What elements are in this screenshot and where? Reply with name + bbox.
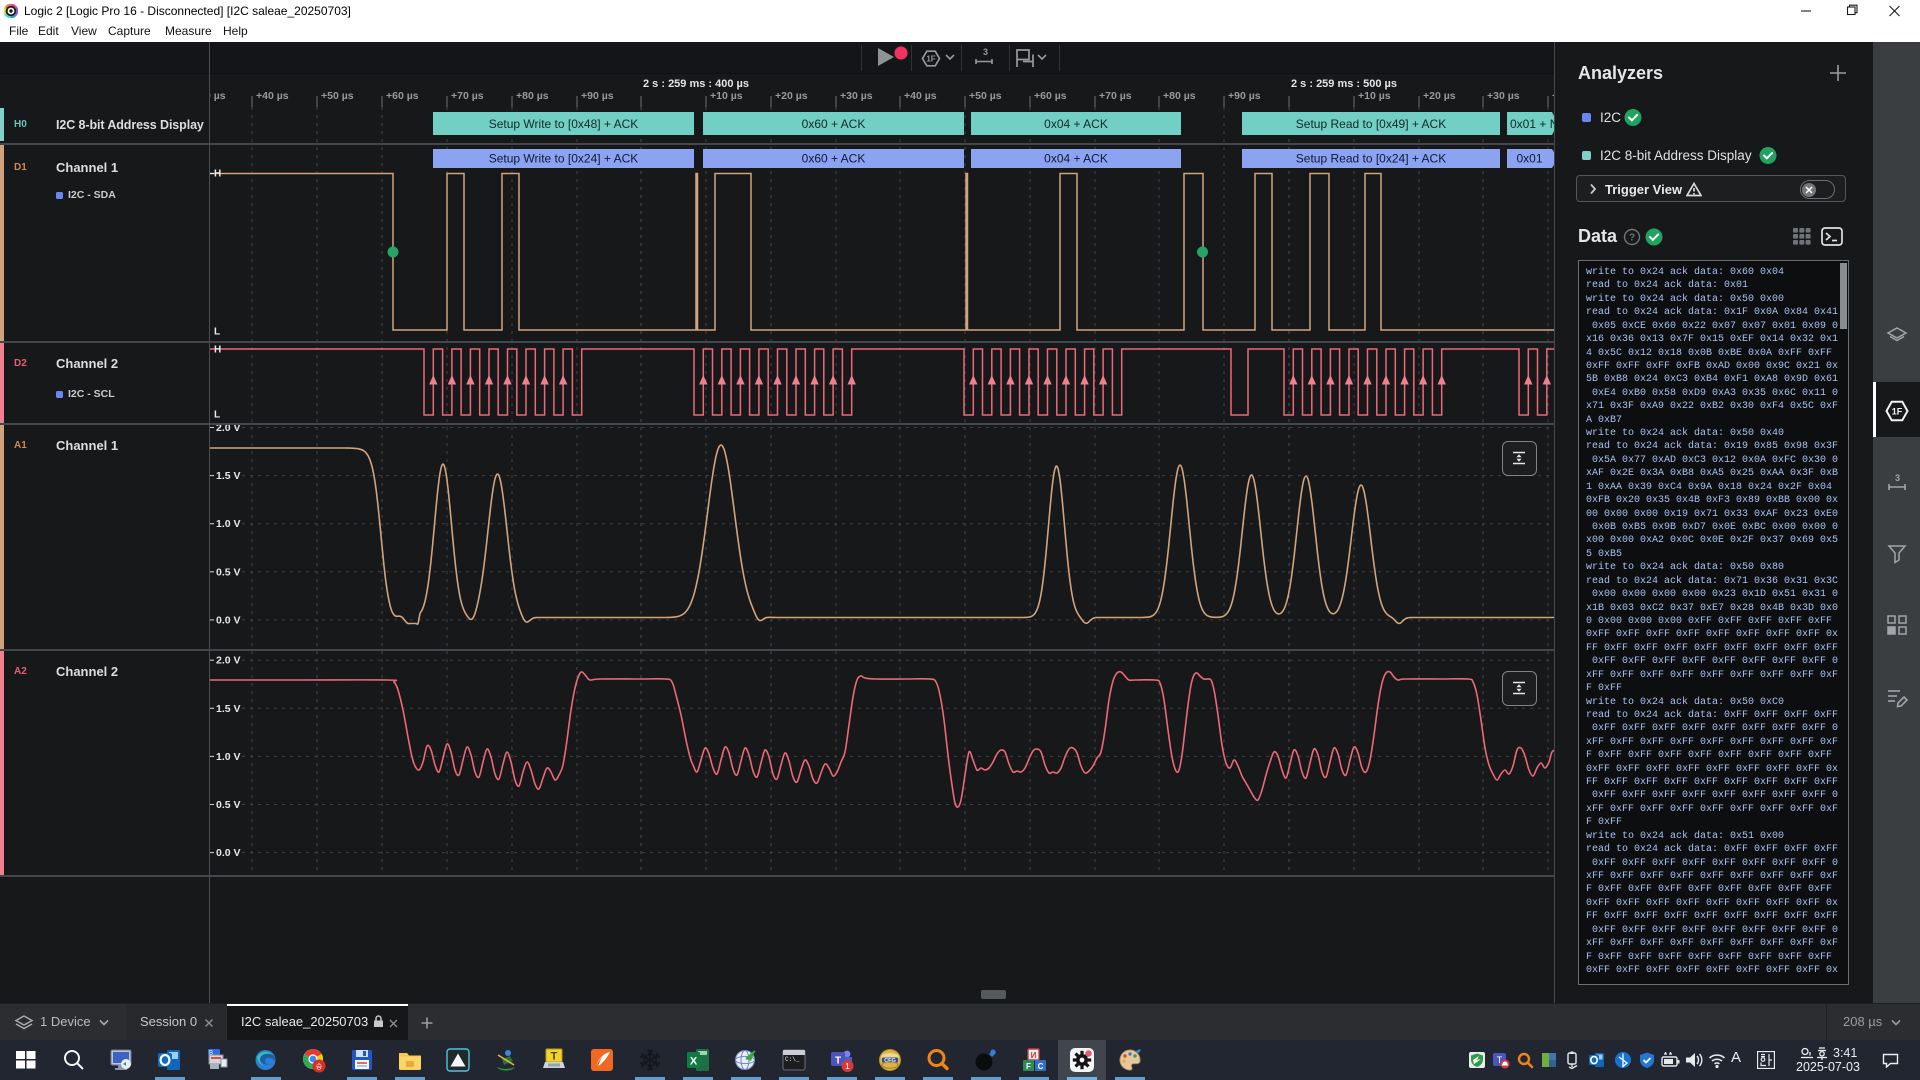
svg-text:C: C [1038, 1062, 1044, 1071]
svg-text:Setup Write to [0x24] + ACK: Setup Write to [0x24] + ACK [489, 152, 639, 166]
svg-text:+60 µs: +60 µs [1034, 90, 1067, 102]
svg-text:0x01: 0x01 [1516, 152, 1542, 166]
svg-text:0x01 + N: 0x01 + N [1510, 117, 1555, 131]
svg-text:0.5 V: 0.5 V [216, 799, 241, 811]
svg-text:2 s : 259 ms : 400 µs: 2 s : 259 ms : 400 µs [643, 78, 749, 90]
svg-text:CFG: CFG [884, 1058, 896, 1064]
svg-text:Setup Read to [0x49] + ACK: Setup Read to [0x49] + ACK [1296, 117, 1446, 131]
svg-text:+70 µs: +70 µs [1099, 90, 1132, 102]
svg-text:0.0 V: 0.0 V [216, 614, 241, 626]
svg-text:F: F [1026, 1062, 1031, 1071]
svg-text:+40 µs: +40 µs [256, 90, 289, 102]
svg-text:L: L [214, 410, 220, 421]
svg-text:0x04 + ACK: 0x04 + ACK [1044, 117, 1108, 131]
svg-text:0x04 + ACK: 0x04 + ACK [1044, 152, 1108, 166]
svg-text:+80 µs: +80 µs [516, 90, 549, 102]
svg-text:+90 µs: +90 µs [581, 90, 614, 102]
svg-text:+20 µs: +20 µs [1423, 90, 1456, 102]
svg-text:+50 µs: +50 µs [321, 90, 354, 102]
svg-text:H: H [214, 169, 221, 180]
svg-text:+30 µs: +30 µs [840, 90, 873, 102]
svg-text:+10 µs: +10 µs [1358, 90, 1391, 102]
svg-text:0x60 + ACK: 0x60 + ACK [802, 117, 866, 131]
svg-text:I2C: I2C [1600, 110, 1621, 125]
svg-text:I2C 8-bit Address Display: I2C 8-bit Address Display [1600, 148, 1752, 163]
svg-text:+80 µs: +80 µs [1163, 90, 1196, 102]
svg-text:1F: 1F [1892, 407, 1903, 417]
svg-text:+60 µs: +60 µs [386, 90, 419, 102]
svg-text:И: И [1031, 1051, 1037, 1060]
svg-text:+70 µs: +70 µs [451, 90, 484, 102]
svg-text:X: X [690, 1056, 698, 1068]
svg-text:+50 µs: +50 µs [969, 90, 1002, 102]
svg-text:Setup Write to [0x48] + ACK: Setup Write to [0x48] + ACK [489, 117, 639, 131]
svg-text:3: 3 [1895, 473, 1900, 483]
svg-text:C:\_: C:\_ [785, 1056, 800, 1063]
svg-text:+20 µs: +20 µs [775, 90, 808, 102]
svg-text:0.0 V: 0.0 V [216, 847, 241, 859]
svg-text:0x60 + ACK: 0x60 + ACK [802, 152, 866, 166]
svg-text:1: 1 [845, 1061, 850, 1071]
svg-text:+30 µs: +30 µs [1487, 90, 1520, 102]
svg-text:1F: 1F [926, 55, 935, 64]
svg-text:T: T [835, 1056, 841, 1067]
svg-text:+90 µs: +90 µs [1228, 90, 1261, 102]
svg-text:Setup Read to [0x24] + ACK: Setup Read to [0x24] + ACK [1296, 152, 1446, 166]
svg-text:0.5 V: 0.5 V [216, 566, 241, 578]
svg-text:2 s : 259 ms : 500 µs: 2 s : 259 ms : 500 µs [1291, 78, 1397, 90]
svg-text:H: H [214, 345, 221, 356]
svg-text:T: T [551, 1051, 558, 1063]
svg-text:1.5 V: 1.5 V [216, 470, 241, 482]
svg-text:+40 µs: +40 µs [904, 90, 937, 102]
svg-text:?: ? [1629, 233, 1635, 244]
svg-text:3: 3 [983, 47, 988, 57]
svg-text:1.5 V: 1.5 V [216, 703, 241, 715]
svg-text:+10 µs: +10 µs [710, 90, 743, 102]
svg-text:1.0 V: 1.0 V [216, 751, 241, 763]
svg-text:승: 승 [316, 1063, 323, 1071]
svg-text:2.0 V: 2.0 V [216, 655, 241, 667]
svg-text:+30 µs: +30 µs [210, 90, 226, 102]
svg-text:1.0 V: 1.0 V [216, 518, 241, 530]
svg-text:L: L [214, 327, 220, 338]
